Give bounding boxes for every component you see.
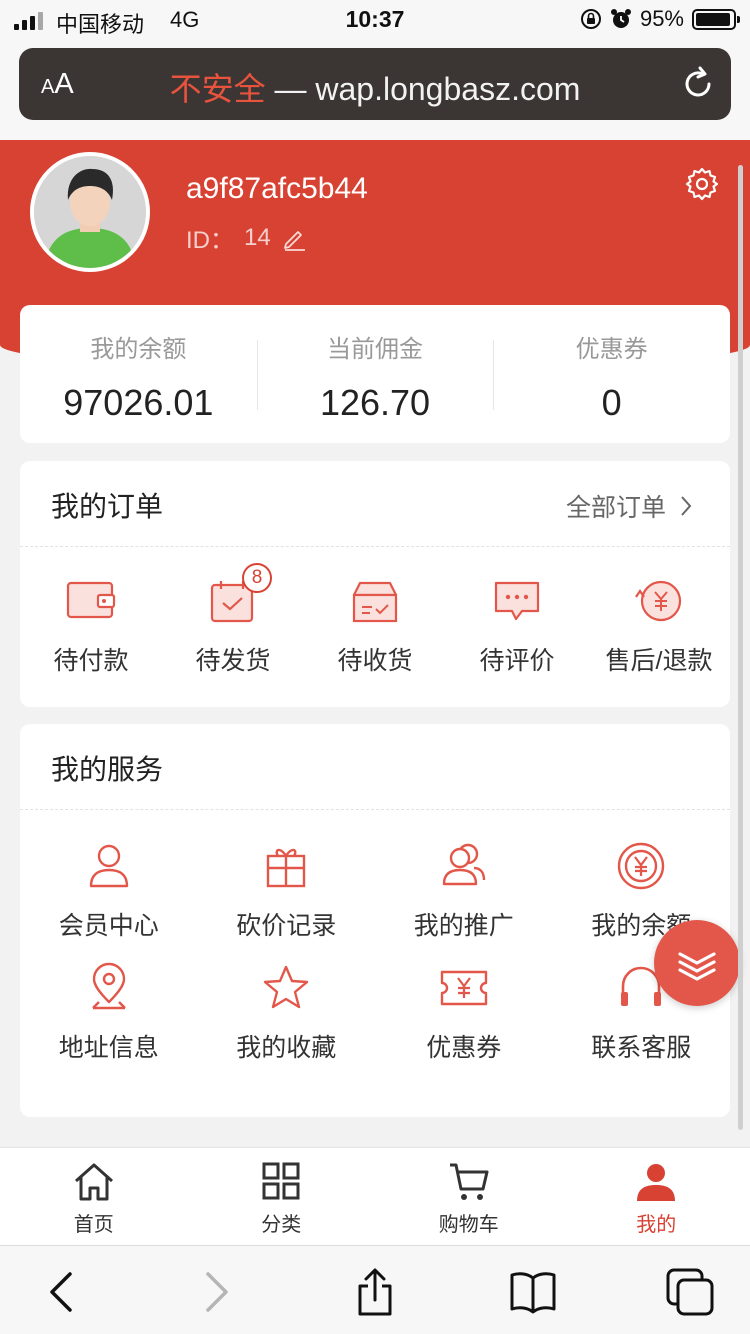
order-label: 待付款 (53, 647, 129, 675)
services-card: 我的服务 会员中心 砍价记录 我的推广 我的余额 地址信息 我的收藏 优惠券 联… (20, 724, 730, 1117)
coupon-count-item[interactable]: 优惠券 0 (493, 305, 730, 443)
order-pending-receipt[interactable]: 待收货 (304, 577, 446, 677)
tab-bar: 首页 分类 购物车 我的 (0, 1147, 750, 1245)
back-icon[interactable] (38, 1268, 86, 1316)
coupon-icon (440, 970, 487, 1006)
service-favorites[interactable]: 我的收藏 (198, 962, 376, 1064)
reload-icon[interactable] (679, 65, 717, 103)
security-warning: 不安全 (169, 71, 266, 107)
tab-label: 我的 (636, 1214, 677, 1236)
package-icon (352, 581, 398, 623)
tab-profile[interactable]: 我的 (563, 1148, 750, 1245)
username: a9f87afc5b44 (186, 172, 368, 205)
alarm-icon (610, 9, 631, 28)
coupon-count-value: 0 (601, 382, 622, 423)
tab-label: 购物车 (438, 1214, 499, 1236)
user-icon (89, 844, 128, 888)
address-bar[interactable]: AA 不安全 — wap.longbasz.com (19, 48, 731, 120)
url-separator: — (265, 71, 316, 107)
grid-icon (262, 1162, 300, 1200)
order-pending-shipment[interactable]: 8 待发货 (162, 563, 304, 677)
service-label: 我的推广 (413, 912, 514, 940)
refund-icon (635, 580, 682, 622)
service-label: 会员中心 (58, 912, 159, 940)
star-icon (264, 965, 309, 1009)
balance-value: 97026.01 (63, 382, 214, 423)
order-label: 待发货 (195, 647, 271, 675)
tab-category[interactable]: 分类 (188, 1148, 376, 1245)
commission-item[interactable]: 当前佣金 126.70 (256, 305, 494, 443)
order-pending-review[interactable]: 待评价 (446, 577, 588, 677)
gear-icon[interactable] (684, 166, 720, 202)
tab-cart[interactable]: 购物车 (375, 1148, 563, 1245)
browser-toolbar (0, 1245, 750, 1334)
user-id-label: ID： (186, 227, 234, 254)
all-orders-link[interactable]: 全部订单 (566, 488, 692, 524)
order-after-sales[interactable]: 售后/退款 (588, 577, 730, 677)
url-display[interactable]: 不安全 — wap.longbasz.com (19, 64, 731, 110)
tab-home[interactable]: 首页 (0, 1148, 188, 1245)
share-icon[interactable] (351, 1268, 399, 1316)
gift-icon (267, 848, 306, 888)
users-icon (442, 843, 485, 886)
order-label: 售后/退款 (605, 647, 713, 675)
service-address-info[interactable]: 地址信息 (20, 962, 198, 1064)
user-solid-icon (637, 1164, 676, 1201)
balance-item[interactable]: 我的余额 97026.01 (20, 305, 257, 443)
bookmarks-icon[interactable] (509, 1268, 557, 1316)
commission-label: 当前佣金 (327, 336, 423, 363)
orders-title: 我的订单 (51, 491, 164, 522)
service-member-center[interactable]: 会员中心 (20, 840, 198, 942)
service-label: 我的收藏 (236, 1034, 337, 1062)
status-bar: 中国移动 4G 10:37 95% (0, 0, 750, 44)
browser-address-area: AA 不安全 — wap.longbasz.com (0, 44, 750, 140)
location-pin-icon (91, 962, 126, 1010)
tab-label: 首页 (73, 1214, 114, 1236)
order-label: 待评价 (479, 647, 555, 675)
user-id-value: 14 (244, 223, 271, 251)
commission-value: 126.70 (319, 382, 431, 423)
coupon-count-label: 优惠券 (575, 336, 648, 363)
scrollbar[interactable] (738, 165, 743, 1130)
services-header: 我的服务 (20, 724, 730, 810)
chevron-right-icon (681, 496, 692, 516)
user-id: ID： 14 (186, 220, 307, 255)
floating-menu-button[interactable] (654, 920, 740, 1006)
edit-icon[interactable] (281, 225, 307, 251)
orientation-lock-icon (580, 9, 601, 29)
service-coupons[interactable]: 优惠券 (375, 962, 553, 1064)
order-count-badge: 8 (242, 563, 272, 593)
layers-icon (678, 952, 716, 981)
orders-header: 我的订单 全部订单 (20, 461, 730, 547)
service-label: 地址信息 (58, 1034, 159, 1062)
order-label: 待收货 (337, 647, 413, 675)
all-orders-label: 全部订单 (565, 494, 666, 522)
balance-label: 我的余额 (90, 336, 187, 363)
avatar[interactable] (30, 152, 150, 272)
service-my-promotion[interactable]: 我的推广 (375, 840, 553, 942)
tab-label: 分类 (261, 1214, 302, 1236)
balance-card: 我的余额 97026.01 当前佣金 126.70 优惠券 0 (20, 305, 730, 443)
service-label: 优惠券 (426, 1034, 502, 1062)
service-label: 砍价记录 (236, 912, 337, 940)
forward-icon[interactable] (192, 1268, 240, 1316)
service-label: 联系客服 (591, 1034, 692, 1062)
battery-percent: 95% (639, 6, 684, 31)
cart-icon (449, 1163, 489, 1200)
home-icon (74, 1163, 113, 1201)
wallet-icon (66, 581, 116, 619)
battery-icon (692, 8, 740, 30)
orders-card: 我的订单 全部订单 待付款 8 待发货 待收货 待评价 售后/退款 (20, 461, 730, 707)
url-text: wap.longbasz.com (315, 71, 581, 107)
order-pending-payment[interactable]: 待付款 (20, 577, 162, 677)
yen-coin-icon (618, 842, 665, 890)
chat-bubble-icon (494, 581, 540, 621)
tabs-icon[interactable] (666, 1268, 714, 1316)
service-bargain-records[interactable]: 砍价记录 (198, 840, 376, 942)
services-title: 我的服务 (51, 754, 164, 785)
